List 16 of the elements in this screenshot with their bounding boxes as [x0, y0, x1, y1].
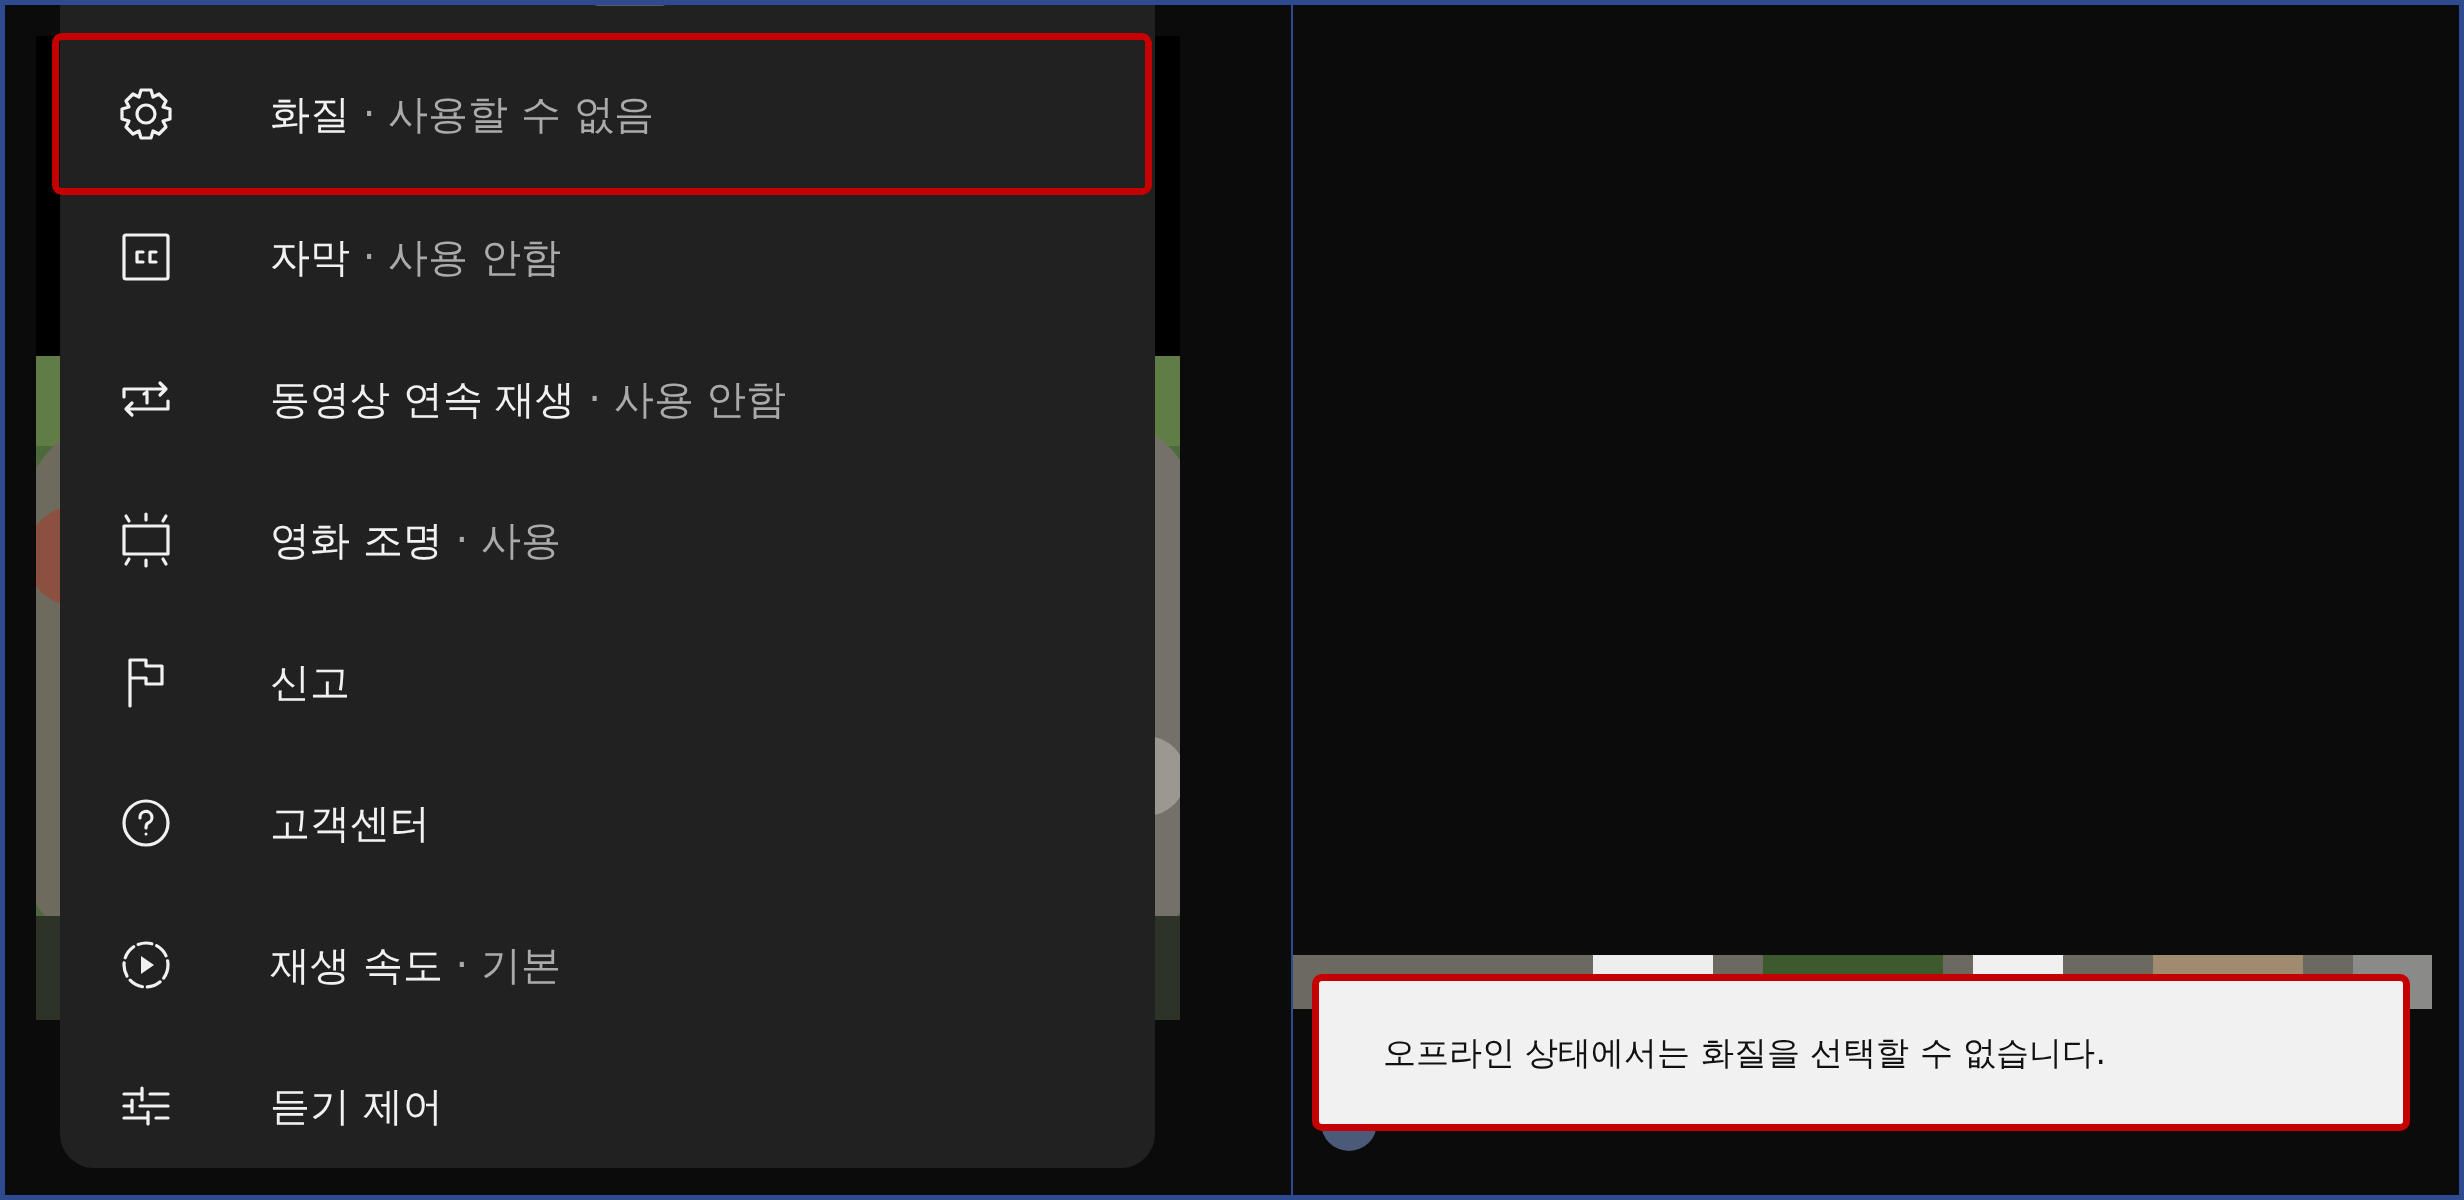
- menu-item[interactable]: 동영상 연속 재생 · 사용 안함: [60, 328, 1155, 470]
- menu-item-label: 재생 속도 · 기본: [270, 940, 561, 990]
- menu-item-label: 고객센터: [270, 799, 430, 849]
- menu-item-label: 자막 · 사용 안함: [270, 233, 561, 283]
- menu-item[interactable]: 화질 · 사용할 수 없음: [52, 33, 1152, 195]
- menu-item-label: 영화 조명 · 사용: [270, 516, 561, 566]
- menu-item[interactable]: 듣기 제어: [60, 1035, 1155, 1177]
- menu-item[interactable]: 신고: [60, 611, 1155, 753]
- menu-item-label: 동영상 연속 재생 · 사용 안함: [270, 374, 787, 424]
- menu-item[interactable]: 재생 속도 · 기본: [60, 894, 1155, 1036]
- menu-item-label: 듣기 제어: [270, 1082, 443, 1132]
- menu-item[interactable]: 영화 조명 · 사용: [60, 469, 1155, 611]
- menu-item-label: 화질 · 사용할 수 없음: [270, 89, 654, 139]
- menu-item-label: 신고: [270, 657, 350, 707]
- toast-message: 오프라인 상태에서는 화질을 선택할 수 없습니다.: [1383, 1031, 2106, 1074]
- menu-item[interactable]: 고객센터: [60, 752, 1155, 894]
